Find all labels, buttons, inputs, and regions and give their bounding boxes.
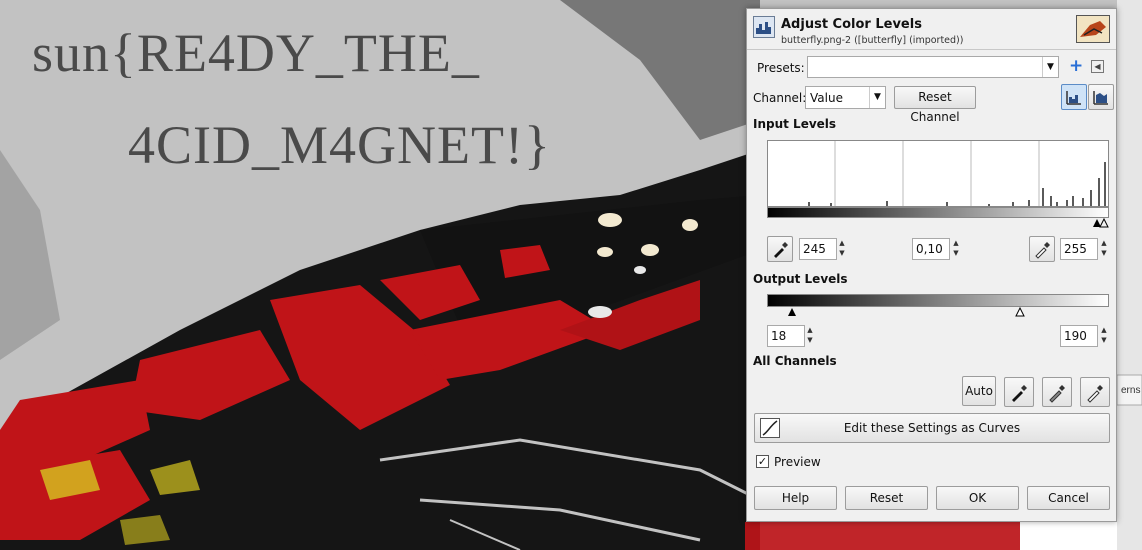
input-low-spin[interactable]: 245: [799, 238, 837, 260]
input-high-spin[interactable]: 255: [1060, 238, 1098, 260]
pick-white-all-button[interactable]: [1080, 377, 1110, 407]
edit-as-curves-button[interactable]: Edit these Settings as Curves: [754, 413, 1110, 443]
flag-text-line1: sun{RE4DY_THE_: [32, 23, 480, 83]
pick-black-all-button[interactable]: [1004, 377, 1034, 407]
linear-histogram-icon: [1066, 91, 1081, 105]
preview-checkbox[interactable]: ✓: [756, 455, 769, 468]
adjust-color-levels-dialog: Adjust Color Levels butterfly.png-2 ([bu…: [746, 8, 1117, 522]
header-divider: [747, 49, 1116, 50]
edit-as-curves-label: Edit these Settings as Curves: [843, 421, 1021, 435]
input-gamma-spin-arrows[interactable]: ▲ ▼: [951, 238, 961, 260]
eyedropper-gray-icon: [1049, 385, 1065, 403]
input-gamma-spin[interactable]: 0,10: [912, 238, 950, 260]
help-button[interactable]: Help: [754, 486, 837, 510]
flag-text-line2: 4CID_M4GNET!}: [128, 115, 551, 175]
levels-icon: [753, 16, 775, 38]
chevron-down-icon[interactable]: ▼: [869, 87, 885, 108]
channel-label: Channel:: [753, 91, 807, 105]
output-high-handle: [1015, 306, 1025, 317]
input-gradient-bar[interactable]: [767, 207, 1109, 231]
output-low-handle: [788, 308, 796, 316]
dialog-subtitle: butterfly.png-2 ([butterfly] (imported)): [781, 35, 964, 46]
eyedropper-white-icon: [1087, 385, 1103, 403]
log-histogram-icon: [1093, 91, 1108, 105]
linear-histogram-button[interactable]: [1061, 84, 1087, 110]
output-low-spin-arrows[interactable]: ▲ ▼: [805, 325, 815, 347]
patterns-tab-fragment[interactable]: erns: [1121, 385, 1140, 396]
input-levels-heading: Input Levels: [753, 117, 837, 131]
eyedropper-black-icon: [1012, 385, 1027, 402]
preset-menu-icon[interactable]: ◀: [1091, 60, 1104, 73]
pick-gray-all-button[interactable]: [1042, 377, 1072, 407]
output-gradient-bar[interactable]: [767, 294, 1109, 318]
add-preset-icon[interactable]: +: [1069, 57, 1085, 75]
input-low-spin-arrows[interactable]: ▲ ▼: [837, 238, 847, 260]
pick-black-point-button[interactable]: [767, 236, 793, 262]
chevron-down-icon[interactable]: ▼: [1042, 57, 1058, 77]
input-gamma-handle: [1099, 217, 1109, 228]
eyedropper-black-icon: [774, 242, 788, 258]
eyedropper-white-icon: [1035, 242, 1050, 259]
input-high-spin-arrows[interactable]: ▲ ▼: [1099, 238, 1109, 260]
cancel-button[interactable]: Cancel: [1027, 486, 1110, 510]
output-high-spin-arrows[interactable]: ▲ ▼: [1099, 325, 1109, 347]
output-low-spin[interactable]: 18: [767, 325, 805, 347]
all-channels-heading: All Channels: [753, 354, 837, 368]
reset-button[interactable]: Reset: [845, 486, 928, 510]
curves-icon: [760, 418, 780, 438]
channel-value: Value: [810, 91, 843, 105]
log-histogram-button[interactable]: [1088, 84, 1114, 110]
output-high-spin[interactable]: 190: [1060, 325, 1098, 347]
pick-white-point-button[interactable]: [1029, 236, 1055, 262]
preview-label[interactable]: Preview: [774, 455, 821, 469]
dialog-title: Adjust Color Levels: [781, 17, 922, 32]
reset-channel-button[interactable]: Reset Channel: [894, 86, 976, 124]
input-histogram: [767, 140, 1109, 207]
presets-combo[interactable]: ▼: [807, 56, 1059, 78]
auto-button[interactable]: Auto: [962, 376, 996, 406]
presets-label: Presets:: [757, 61, 805, 75]
input-low-handle: [1093, 219, 1101, 227]
image-thumbnail: [1076, 15, 1110, 43]
channel-select[interactable]: Value ▼: [805, 86, 886, 109]
ok-button[interactable]: OK: [936, 486, 1019, 510]
output-levels-heading: Output Levels: [753, 272, 848, 286]
